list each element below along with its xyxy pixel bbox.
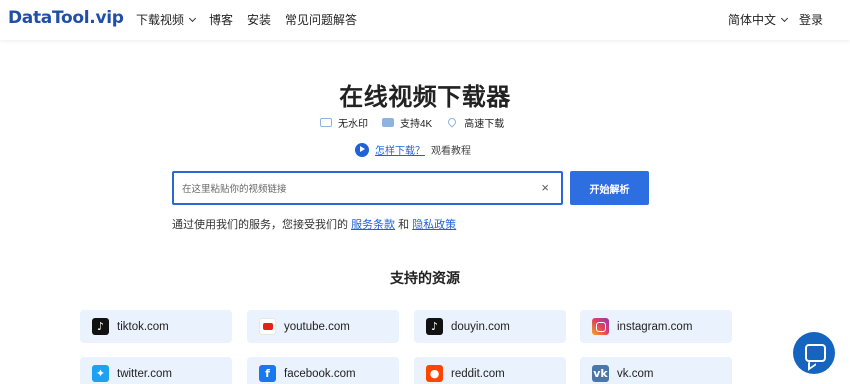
nav-item-blog[interactable]: 博客 [209, 11, 233, 28]
source-label: facebook.com [284, 367, 356, 380]
search-box: × [172, 171, 563, 205]
top-header: DataTool.vip 下载视频 博客 安装 常见问题解答 简体中文 登录 [0, 0, 850, 40]
terms-notice: 通过使用我们的服务，您接受我们的 服务条款 和 隐私政策 [172, 216, 456, 232]
facebook-icon: f [259, 365, 276, 382]
source-label: reddit.com [451, 367, 505, 380]
clear-icon[interactable]: × [541, 179, 549, 197]
page-title: 在线视频下载器 [339, 83, 511, 111]
feature-fast-download: 高速下载 [446, 115, 504, 130]
terms-of-service-link[interactable]: 服务条款 [351, 219, 395, 231]
howto-link[interactable]: 怎样下载？ [375, 142, 425, 157]
source-card-twitter[interactable]: ✦ twitter.com [80, 357, 232, 384]
rocket-icon [446, 117, 458, 129]
language-label: 简体中文 [728, 13, 777, 27]
main-nav: 下载视频 博客 安装 常见问题解答 [136, 11, 357, 28]
source-card-tiktok[interactable]: ♪ tiktok.com [80, 310, 232, 343]
feature-no-watermark: 无水印 [320, 115, 368, 130]
reddit-icon: ● [426, 365, 443, 382]
start-parse-button[interactable]: 开始解析 [570, 171, 649, 205]
howto-row: 怎样下载？ 观看教程 [355, 142, 471, 157]
feature-label: 无水印 [338, 119, 368, 130]
source-label: instagram.com [617, 320, 693, 333]
watch-tutorial-text: 观看教程 [431, 146, 471, 157]
feature-label: 高速下载 [464, 119, 505, 130]
source-card-instagram[interactable]: instagram.com [580, 310, 732, 343]
twitter-icon: ✦ [92, 365, 109, 382]
youtube-icon [259, 318, 276, 335]
sources-title: 支持的资源 [390, 271, 460, 287]
chat-support-button[interactable] [793, 332, 835, 374]
4k-icon [382, 118, 394, 127]
source-label: twitter.com [117, 367, 172, 380]
source-card-vk[interactable]: vk vk.com [580, 357, 732, 384]
feature-4k: 支持4K [382, 115, 432, 130]
privacy-policy-link[interactable]: 隐私政策 [412, 219, 456, 231]
nav-item-label: 下载视频 [136, 13, 185, 27]
chevron-down-icon [780, 14, 789, 23]
tiktok-icon: ♪ [92, 318, 109, 335]
source-label: vk.com [617, 367, 654, 380]
source-card-douyin[interactable]: ♪ douyin.com [414, 310, 566, 343]
no-watermark-icon [320, 118, 332, 127]
nav-item-faq[interactable]: 常见问题解答 [285, 11, 357, 28]
nav-item-install[interactable]: 安装 [247, 11, 271, 28]
source-label: tiktok.com [117, 320, 169, 333]
terms-and: 和 [398, 219, 410, 231]
nav-item-download-video[interactable]: 下载视频 [136, 11, 197, 28]
terms-prefix: 通过使用我们的服务，您接受我们的 [172, 219, 348, 231]
instagram-icon [592, 318, 609, 335]
source-card-reddit[interactable]: ● reddit.com [414, 357, 566, 384]
feature-list: 无水印 支持4K 高速下载 [320, 115, 504, 130]
language-selector[interactable]: 简体中文 [728, 11, 789, 28]
page: DataTool.vip 下载视频 博客 安装 常见问题解答 简体中文 登录 在… [0, 0, 850, 384]
feature-label: 支持4K [400, 119, 433, 130]
douyin-icon: ♪ [426, 318, 443, 335]
video-url-input[interactable] [182, 180, 522, 198]
chevron-down-icon [188, 14, 197, 23]
source-card-facebook[interactable]: f facebook.com [247, 357, 399, 384]
vk-icon: vk [592, 365, 609, 382]
play-icon[interactable] [355, 142, 369, 157]
login-link[interactable]: 登录 [799, 11, 823, 28]
site-logo[interactable]: DataTool.vip [8, 8, 124, 28]
source-card-youtube[interactable]: youtube.com [247, 310, 399, 343]
source-label: youtube.com [284, 320, 350, 333]
source-label: douyin.com [451, 320, 510, 333]
